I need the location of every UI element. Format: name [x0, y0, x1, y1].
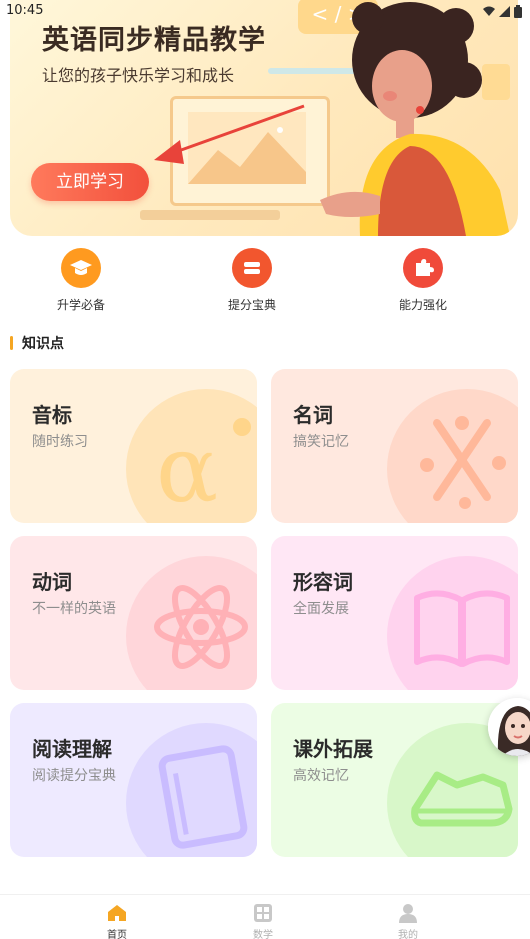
nav-mine[interactable]: 我的 — [378, 903, 438, 939]
card-subtitle: 全面发展 — [293, 601, 349, 617]
card-subtitle: 不一样的英语 — [32, 601, 116, 617]
card-subtitle: 高效记忆 — [293, 768, 349, 784]
book-stack-icon — [232, 248, 272, 288]
card-title: 动词 — [32, 570, 72, 594]
signal-icon — [499, 6, 510, 17]
nav-label: 我的 — [398, 930, 418, 939]
card-extracurricular[interactable]: 课外拓展 高效记忆 — [271, 703, 518, 857]
status-time: 10:45 — [6, 3, 44, 18]
quick-entry-ability[interactable]: 能力强化 — [373, 248, 473, 313]
card-title: 音标 — [32, 403, 72, 427]
quick-entries: 升学必备 提分宝典 能力强化 — [0, 248, 530, 318]
notebook-icon — [158, 745, 248, 849]
home-icon — [108, 905, 126, 921]
banner-subtitle: 让您的孩子快乐学习和成长 — [42, 66, 235, 85]
card-title: 形容词 — [293, 570, 353, 594]
card-reading[interactable]: 阅读理解 阅读提分宝典 — [10, 703, 257, 857]
status-bar: 10:45 — [0, 0, 530, 24]
quick-entry-label: 能力强化 — [398, 298, 447, 312]
card-verbs[interactable]: 动词 不一样的英语 — [10, 536, 257, 690]
grid-icon — [254, 904, 272, 922]
section-header: 知识点 — [10, 333, 64, 353]
card-title: 阅读理解 — [32, 737, 112, 761]
atom-icon — [154, 585, 248, 669]
card-adjectives[interactable]: 形容词 全面发展 — [271, 536, 518, 690]
svg-text:α: α — [156, 416, 218, 515]
bottom-nav: 首页 数学 我的 — [0, 894, 530, 939]
card-subtitle: 阅读提分宝典 — [32, 768, 116, 784]
card-nouns[interactable]: 名词 搞笑记忆 — [271, 369, 518, 523]
card-subtitle: 随时练习 — [32, 434, 88, 450]
sparkle-icon — [420, 416, 506, 509]
nav-label: 数学 — [253, 930, 273, 939]
open-book-icon — [414, 590, 510, 667]
battery-icon — [514, 5, 522, 18]
quick-entry-label: 升学必备 — [56, 298, 105, 312]
card-subtitle: 搞笑记忆 — [293, 434, 349, 450]
sneaker-icon — [411, 771, 513, 827]
wifi-icon — [483, 6, 495, 16]
alpha-icon: α — [156, 416, 251, 515]
nav-math[interactable]: 数学 — [233, 903, 293, 939]
quick-entry-score-boost[interactable]: 提分宝典 — [202, 248, 302, 313]
nav-label: 首页 — [107, 930, 127, 939]
quick-entry-upgrade[interactable]: 升学必备 — [31, 248, 131, 313]
section-accent-bar — [10, 336, 13, 350]
card-phonetics[interactable]: α 音标 随时练习 — [10, 369, 257, 523]
card-title: 名词 — [293, 403, 333, 427]
user-icon — [399, 904, 417, 923]
quick-entry-label: 提分宝典 — [227, 298, 276, 312]
card-title: 课外拓展 — [293, 737, 373, 761]
teacher-illustration — [320, 2, 510, 236]
start-learning-button[interactable]: 立即学习 — [31, 163, 149, 201]
status-icons — [483, 5, 522, 18]
section-title: 知识点 — [22, 336, 64, 352]
nav-home[interactable]: 首页 — [87, 903, 147, 939]
graduation-cap-icon — [61, 248, 101, 288]
puzzle-icon — [403, 248, 443, 288]
banner-desk — [140, 210, 280, 220]
